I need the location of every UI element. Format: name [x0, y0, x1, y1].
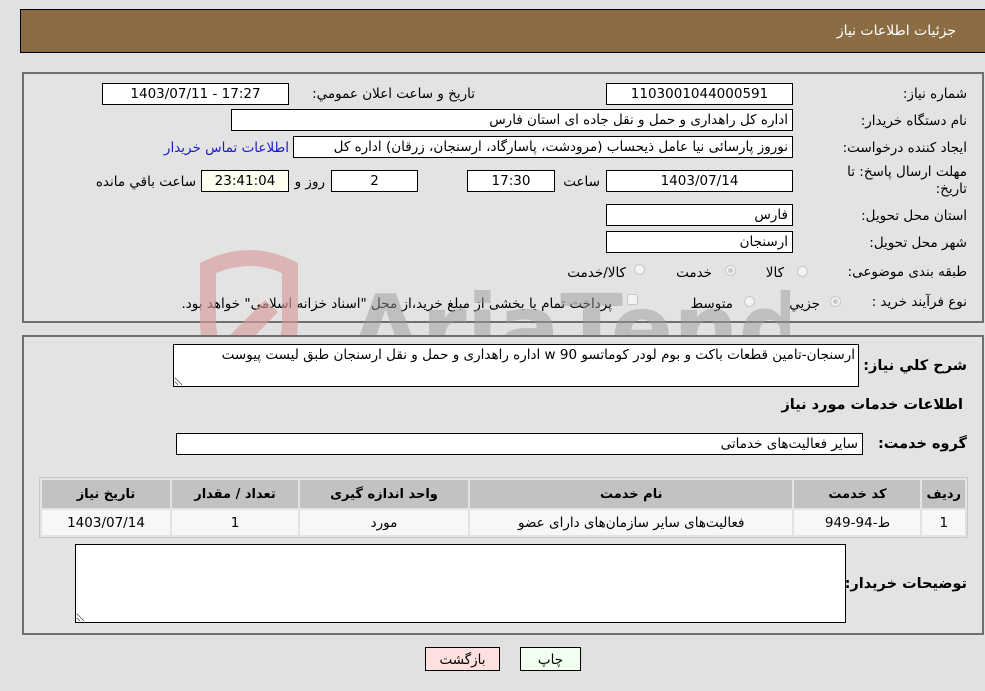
announce-datetime-label: تاریخ و ساعت اعلان عمومي: [312, 86, 475, 102]
cell-need-date: 1403/07/14 [42, 510, 170, 535]
col-service-name: نام خدمت [470, 480, 793, 508]
need-number-field[interactable]: 1103001044000591 [606, 83, 793, 105]
table-row: 1 ط-94-949 فعالیت‌های سایر سازمان‌های دا… [42, 510, 965, 535]
treasury-checkbox-label: پرداخت تمام یا بخشی از مبلغ خرید،از محل … [181, 296, 612, 312]
category-service-label: خدمت [676, 265, 712, 281]
cell-quantity: 1 [172, 510, 298, 535]
col-quantity: تعداد / مقدار [172, 480, 298, 508]
buyer-notes-label: توضیحات خریدار: [844, 576, 967, 592]
need-number-label: شماره نیاز: [902, 86, 967, 102]
deadline-label-text: مهلت ارسال پاسخ: تا تاریخ: [847, 164, 967, 197]
purchase-radio-minor[interactable] [830, 296, 841, 307]
cell-unit: مورد [300, 510, 468, 535]
page-header: جزئیات اطلاعات نیاز [20, 9, 985, 53]
delivery-province-field[interactable]: فارس [606, 204, 793, 226]
category-radio-service[interactable] [725, 265, 736, 276]
service-group-field[interactable]: سایر فعالیت‌های خدماتی [176, 433, 863, 455]
remaining-time-field: 23:41:04 [201, 170, 289, 192]
purchase-minor-label: جزيي [789, 296, 820, 312]
deadline-time-field[interactable]: 17:30 [467, 170, 555, 192]
col-unit: واحد اندازه گیری [300, 480, 468, 508]
services-section-title: اطلاعات خدمات مورد نیاز [781, 397, 963, 413]
category-label: طبقه بندی موضوعی: [847, 264, 967, 280]
category-goods-label: کالا [765, 265, 784, 281]
purchase-medium-label: متوسط [690, 296, 733, 312]
treasury-checkbox[interactable] [627, 294, 638, 305]
requester-field[interactable]: نوروز پارسائی نیا عامل ذیحساب (مرودشت، پ… [293, 136, 793, 158]
col-service-code: کد خدمت [794, 480, 921, 508]
deadline-time-label: ساعت [563, 174, 600, 190]
category-radio-goods-service[interactable] [634, 264, 645, 275]
deadline-label: مهلت ارسال پاسخ: تا تاریخ: [817, 164, 967, 198]
service-group-label: گروه خدمت: [877, 436, 967, 452]
cell-service-name: فعالیت‌های سایر سازمان‌های دارای عضو [470, 510, 793, 535]
buyer-notes-textarea[interactable] [75, 544, 846, 623]
purchase-radio-medium[interactable] [744, 296, 755, 307]
description-label: شرح کلي نیاز: [863, 358, 967, 374]
requester-label: ایجاد کننده درخواست: [842, 140, 967, 156]
remaining-days-field[interactable]: 2 [331, 170, 418, 192]
cell-row-number: 1 [922, 510, 965, 535]
buyer-org-label: نام دستگاه خریدار: [860, 113, 967, 129]
col-row-number: ردیف [922, 480, 965, 508]
print-button[interactable]: چاپ [520, 647, 581, 671]
description-textarea[interactable]: ارسنجان-تامین قطعات باکت و بوم لودر کوما… [173, 344, 859, 387]
delivery-province-label: استان محل تحویل: [861, 208, 967, 224]
delivery-city-field[interactable]: ارسنجان [606, 231, 793, 253]
days-label: روز و [294, 174, 325, 190]
back-button[interactable]: بازگشت [425, 647, 500, 671]
purchase-type-label: نوع فرآیند خرید : [871, 294, 967, 310]
category-goods-service-label: کالا/خدمت [567, 265, 626, 281]
buyer-contact-link[interactable]: اطلاعات تماس خریدار [164, 140, 289, 156]
category-radio-goods[interactable] [797, 266, 808, 277]
cell-service-code: ط-94-949 [794, 510, 921, 535]
remaining-label: ساعت باقي مانده [95, 174, 196, 190]
delivery-city-label: شهر محل تحویل: [869, 235, 967, 251]
buyer-org-field[interactable]: اداره کل راهداری و حمل و نقل جاده ای است… [231, 109, 793, 131]
col-need-date: تاریخ نیاز [42, 480, 170, 508]
services-table: ردیف کد خدمت نام خدمت واحد اندازه گیری ت… [39, 477, 968, 538]
announce-datetime-field[interactable]: 1403/07/11 - 17:27 [102, 83, 289, 105]
table-header-row: ردیف کد خدمت نام خدمت واحد اندازه گیری ت… [42, 480, 965, 508]
deadline-date-field[interactable]: 1403/07/14 [606, 170, 793, 192]
page-title: جزئیات اطلاعات نیاز [836, 23, 956, 39]
